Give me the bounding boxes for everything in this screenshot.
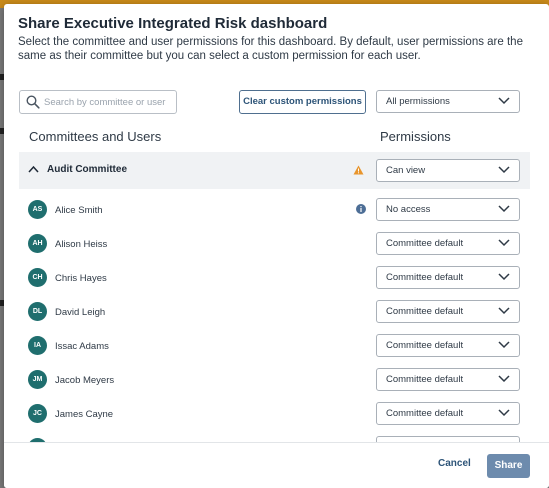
user-name: Alice Smith — [55, 205, 103, 216]
avatar: JC — [28, 404, 47, 423]
cancel-button[interactable]: Cancel — [438, 458, 471, 469]
chevron-down-icon — [498, 273, 510, 281]
column-header-permissions: Permissions — [380, 129, 451, 144]
user-name: David Leigh — [55, 307, 106, 318]
search-box[interactable] — [19, 90, 177, 114]
avatar: IA — [28, 336, 47, 355]
info-icon[interactable] — [356, 204, 366, 214]
chevron-down-icon — [498, 307, 510, 315]
user-name: Chris Hayes — [55, 273, 107, 284]
user-name: James Cayne — [55, 409, 114, 420]
user-name: Alison Heiss — [55, 239, 108, 250]
chevron-down-icon — [498, 97, 510, 105]
chevron-down-icon — [498, 239, 510, 247]
user-permission-select[interactable]: No access — [376, 198, 520, 221]
chevron-down-icon — [498, 409, 510, 417]
chevron-down-icon — [498, 166, 510, 174]
avatar: AS — [28, 200, 47, 219]
permissions-filter-value: All permissions — [386, 96, 450, 107]
dialog-title: Share Executive Integrated Risk dashboar… — [18, 15, 328, 32]
user-permission-value: Committee default — [386, 306, 464, 317]
user-permission-value: No access — [386, 204, 431, 215]
search-input[interactable] — [44, 94, 172, 110]
avatar: DL — [28, 302, 47, 321]
dialog-description: Select the committee and user permission… — [18, 36, 523, 62]
search-icon — [26, 95, 40, 109]
committee-permission-select[interactable]: Can view — [376, 159, 520, 182]
committee-name: Audit Committee — [47, 164, 127, 175]
user-permission-select[interactable]: Committee default — [376, 334, 520, 357]
share-button[interactable]: Share — [487, 454, 530, 478]
user-permission-value: Committee default — [386, 238, 464, 249]
user-permission-select[interactable]: Committee default — [376, 300, 520, 323]
user-permission-select[interactable]: Committee default — [376, 368, 520, 391]
user-permission-value: Committee default — [386, 408, 464, 419]
user-permission-select[interactable]: Committee default — [376, 232, 520, 255]
user-permission-select[interactable]: Committee default — [376, 402, 520, 425]
user-permission-value: Committee default — [386, 374, 464, 385]
user-name: Issac Adams — [55, 341, 109, 352]
chevron-down-icon — [498, 205, 510, 213]
user-permission-value: Committee default — [386, 272, 464, 283]
avatar: AH — [28, 234, 47, 253]
avatar: CH — [28, 268, 47, 287]
share-dialog: Share Executive Integrated Risk dashboar… — [4, 4, 549, 488]
user-permission-value: Committee default — [386, 340, 464, 351]
warning-triangle-icon — [353, 165, 364, 175]
chevron-up-icon[interactable] — [28, 165, 39, 173]
permissions-filter-select[interactable]: All permissions — [376, 90, 520, 113]
committee-row[interactable]: Audit Committee Can view — [19, 152, 530, 189]
user-name: Jacob Meyers — [55, 375, 115, 386]
committee-permission-value: Can view — [386, 165, 426, 176]
clear-custom-permissions-button[interactable]: Clear custom permissions — [239, 90, 366, 114]
chevron-down-icon — [498, 375, 510, 383]
avatar: JM — [28, 370, 47, 389]
user-permission-select[interactable]: Committee default — [376, 266, 520, 289]
chevron-down-icon — [498, 341, 510, 349]
column-header-committees-users: Committees and Users — [29, 129, 162, 144]
